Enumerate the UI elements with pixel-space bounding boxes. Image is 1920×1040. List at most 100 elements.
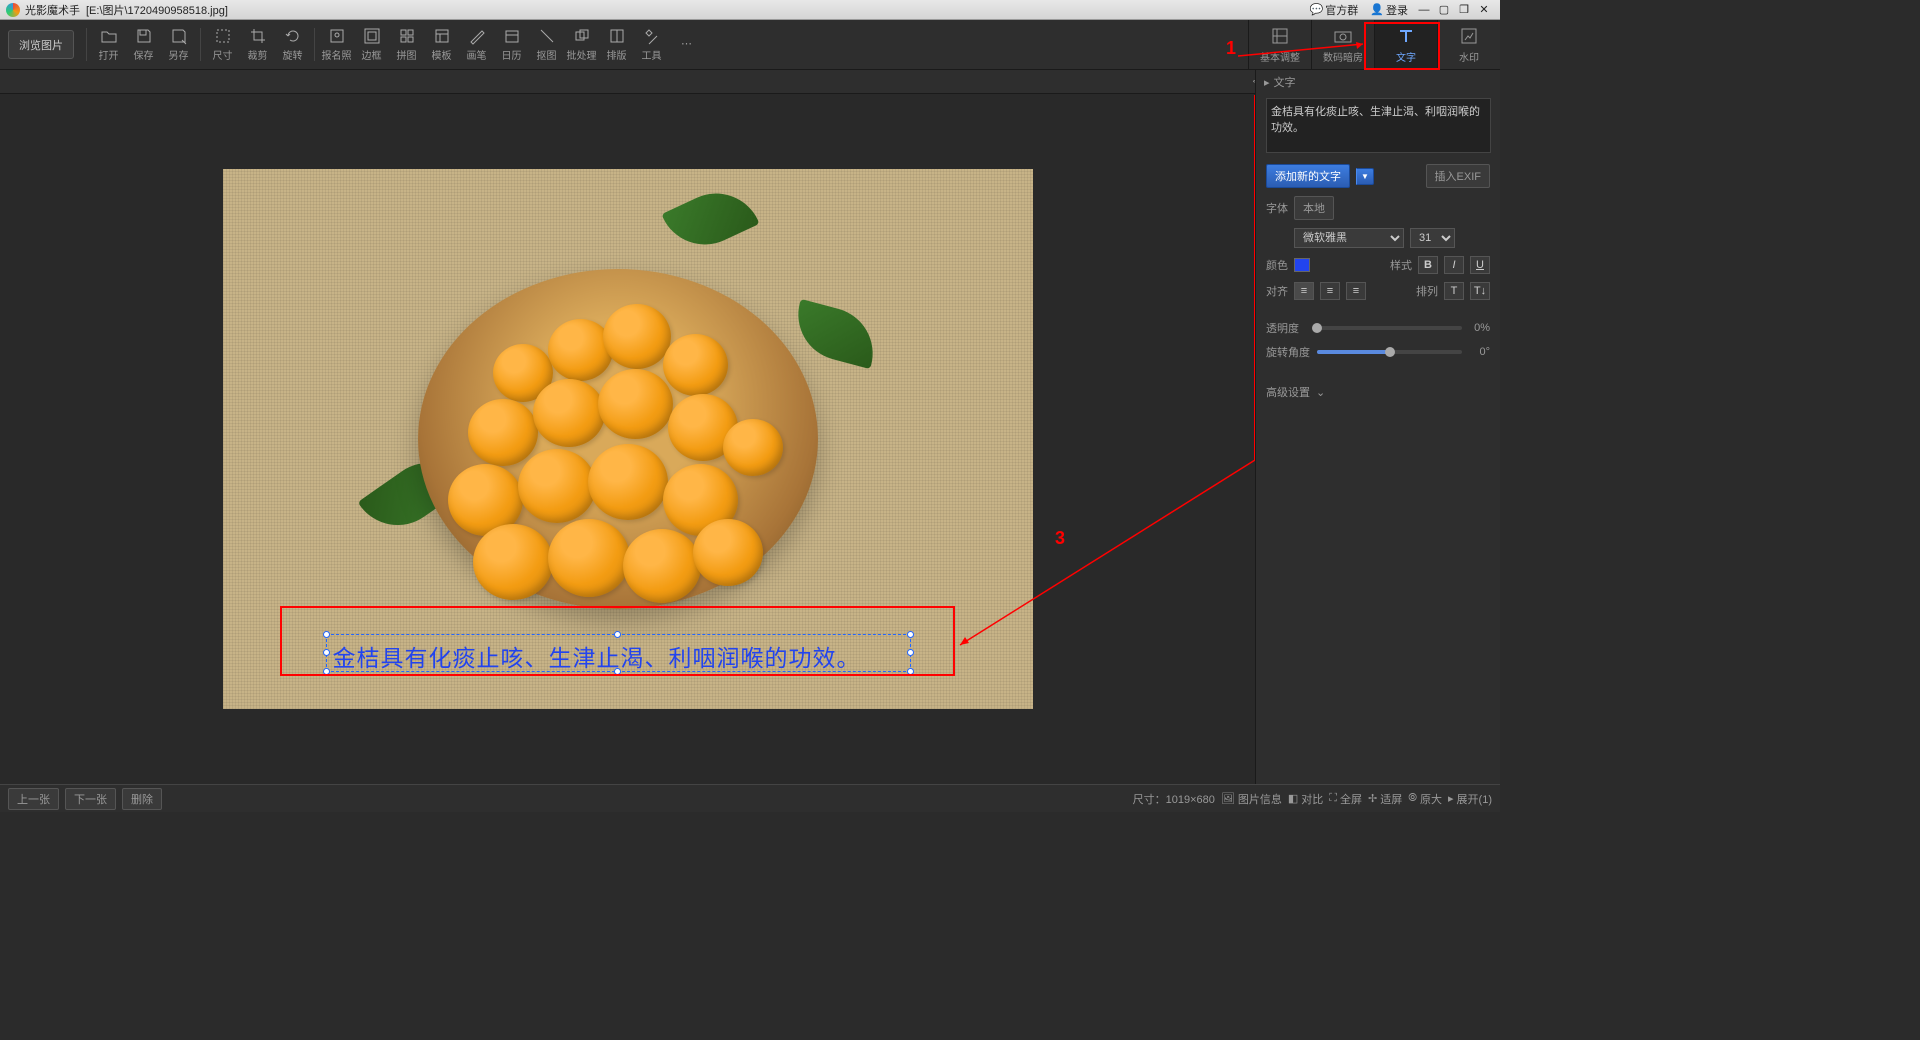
image-orange [473, 524, 553, 600]
border-icon [363, 27, 381, 45]
size-icon [214, 27, 232, 45]
close-button[interactable]: ✕ [1474, 3, 1494, 16]
template-icon [433, 27, 451, 45]
font-local-button[interactable]: 本地 [1294, 196, 1334, 220]
image-orange [518, 449, 596, 523]
rotation-value: 0° [1468, 346, 1490, 358]
rotate-icon [284, 27, 302, 45]
layout-button[interactable]: 排版 [599, 20, 634, 69]
layout-icon [608, 27, 626, 45]
image-orange [723, 419, 783, 476]
maximize-button[interactable]: ▢ [1434, 3, 1454, 16]
next-image-button[interactable]: 下一张 [65, 788, 116, 810]
app-icon [6, 3, 20, 17]
italic-button[interactable]: I [1444, 256, 1464, 274]
more-icon: ⋯ [678, 35, 696, 53]
image-info-button[interactable]: 🖼 图片信息 [1221, 791, 1282, 807]
text-input-area[interactable]: 金桔具有化痰止咳、生津止渴、利咽润喉的功效。 [1266, 98, 1491, 153]
align-right-button[interactable]: ≡ [1346, 282, 1366, 300]
status-bar: 上一张 下一张 删除 尺寸：1019×680 🖼 图片信息 ◧ 对比 ⛶ 全屏 … [0, 784, 1500, 812]
style-label: 样式 [1390, 257, 1412, 273]
file-path: [E:\图片\1720490958518.jpg] [86, 2, 228, 18]
image-orange [693, 519, 763, 586]
rotation-slider[interactable] [1317, 350, 1462, 354]
advanced-settings-toggle[interactable]: 高级设置 ⌄ [1256, 380, 1500, 404]
align-label: 对齐 [1266, 283, 1288, 299]
expand-button[interactable]: ▸ 展开(1) [1448, 791, 1492, 807]
font-size-select[interactable]: 31 [1410, 228, 1455, 248]
save-icon [135, 27, 153, 45]
more-button[interactable]: ⋯ [669, 20, 704, 69]
rotate-button[interactable]: 旋转 [275, 20, 310, 69]
open-button[interactable]: 打开 [91, 20, 126, 69]
tools-icon [643, 27, 661, 45]
border-button[interactable]: 边框 [354, 20, 389, 69]
tab-darkroom[interactable]: 数码暗房 [1311, 20, 1374, 69]
panel-title[interactable]: ▸ 文字 [1256, 70, 1500, 94]
batch-button[interactable]: 批处理 [564, 20, 599, 69]
font-label: 字体 [1266, 200, 1288, 216]
arrange-vertical-button[interactable]: T↓ [1470, 282, 1490, 300]
fitscreen-button[interactable]: ✢ 适屏 [1368, 791, 1402, 807]
official-group-button[interactable]: 💬 官方群 [1304, 2, 1365, 18]
idphoto-button[interactable]: 报名照 [319, 20, 354, 69]
tab-basic-adjust[interactable]: 基本调整 [1248, 20, 1311, 69]
align-left-button[interactable]: ≡ [1294, 282, 1314, 300]
opacity-value: 0% [1468, 322, 1490, 334]
image-orange [468, 399, 538, 466]
bold-button[interactable]: B [1418, 256, 1438, 274]
camera-icon [1332, 25, 1354, 47]
opacity-slider[interactable] [1317, 326, 1462, 330]
restore-button[interactable]: ❐ [1454, 3, 1474, 16]
original-size-button[interactable]: ⦾ 原大 [1408, 791, 1442, 807]
font-select[interactable]: 微软雅黑 [1294, 228, 1404, 248]
cutout-icon [538, 27, 556, 45]
image-orange [598, 369, 673, 439]
workspace[interactable]: 金桔具有化痰止咳、生津止渴、利咽润喉的功效。 [0, 94, 1255, 784]
saveas-button[interactable]: 另存 [161, 20, 196, 69]
text-panel: ▸ 文字 金桔具有化痰止咳、生津止渴、利咽润喉的功效。 添加新的文字 ▼ 插入E… [1255, 70, 1500, 784]
insert-exif-button[interactable]: 插入EXIF [1426, 164, 1490, 188]
add-text-button[interactable]: 添加新的文字 [1266, 164, 1350, 188]
add-text-dropdown[interactable]: ▼ [1356, 168, 1374, 185]
image-orange [548, 519, 630, 597]
save-button[interactable]: 保存 [126, 20, 161, 69]
color-picker[interactable] [1294, 258, 1310, 272]
arrange-horizontal-button[interactable]: T [1444, 282, 1464, 300]
image-orange [663, 334, 728, 396]
tools-button[interactable]: 工具 [634, 20, 669, 69]
size-button[interactable]: 尺寸 [205, 20, 240, 69]
login-button[interactable]: 👤 登录 [1364, 2, 1414, 18]
canvas-text-overlay[interactable]: 金桔具有化痰止咳、生津止渴、利咽润喉的功效。 [333, 639, 861, 673]
app-title: 光影魔术手 [25, 2, 80, 18]
calendar-icon [503, 27, 521, 45]
saveas-icon [170, 27, 188, 45]
image-orange [603, 304, 671, 369]
cutout-button[interactable]: 抠图 [529, 20, 564, 69]
canvas[interactable]: 金桔具有化痰止咳、生津止渴、利咽润喉的功效。 [223, 169, 1033, 709]
brush-icon [468, 27, 486, 45]
tab-watermark[interactable]: 水印 [1437, 20, 1500, 69]
puzzle-button[interactable]: 拼图 [389, 20, 424, 69]
minimize-button[interactable]: — [1414, 4, 1434, 16]
underline-button[interactable]: U [1470, 256, 1490, 274]
compare-button[interactable]: ◧ 对比 [1288, 791, 1323, 807]
prev-image-button[interactable]: 上一张 [8, 788, 59, 810]
watermark-icon [1458, 25, 1480, 47]
idphoto-icon [328, 27, 346, 45]
crop-button[interactable]: 裁剪 [240, 20, 275, 69]
browse-images-button[interactable]: 浏览图片 [8, 30, 74, 59]
crop-icon [249, 27, 267, 45]
color-label: 颜色 [1266, 257, 1288, 273]
fullscreen-button[interactable]: ⛶ 全屏 [1329, 791, 1362, 807]
tab-text[interactable]: 文字 [1374, 20, 1437, 69]
image-orange [623, 529, 701, 603]
align-center-button[interactable]: ≡ [1320, 282, 1340, 300]
main-toolbar: 浏览图片 打开 保存 另存 尺寸 裁剪 旋转 报名照 边框 拼图 模板 画笔 日… [0, 20, 1500, 70]
opacity-label: 透明度 [1266, 320, 1311, 336]
template-button[interactable]: 模板 [424, 20, 459, 69]
delete-button[interactable]: 删除 [122, 788, 162, 810]
brush-button[interactable]: 画笔 [459, 20, 494, 69]
calendar-button[interactable]: 日历 [494, 20, 529, 69]
image-orange [588, 444, 668, 520]
